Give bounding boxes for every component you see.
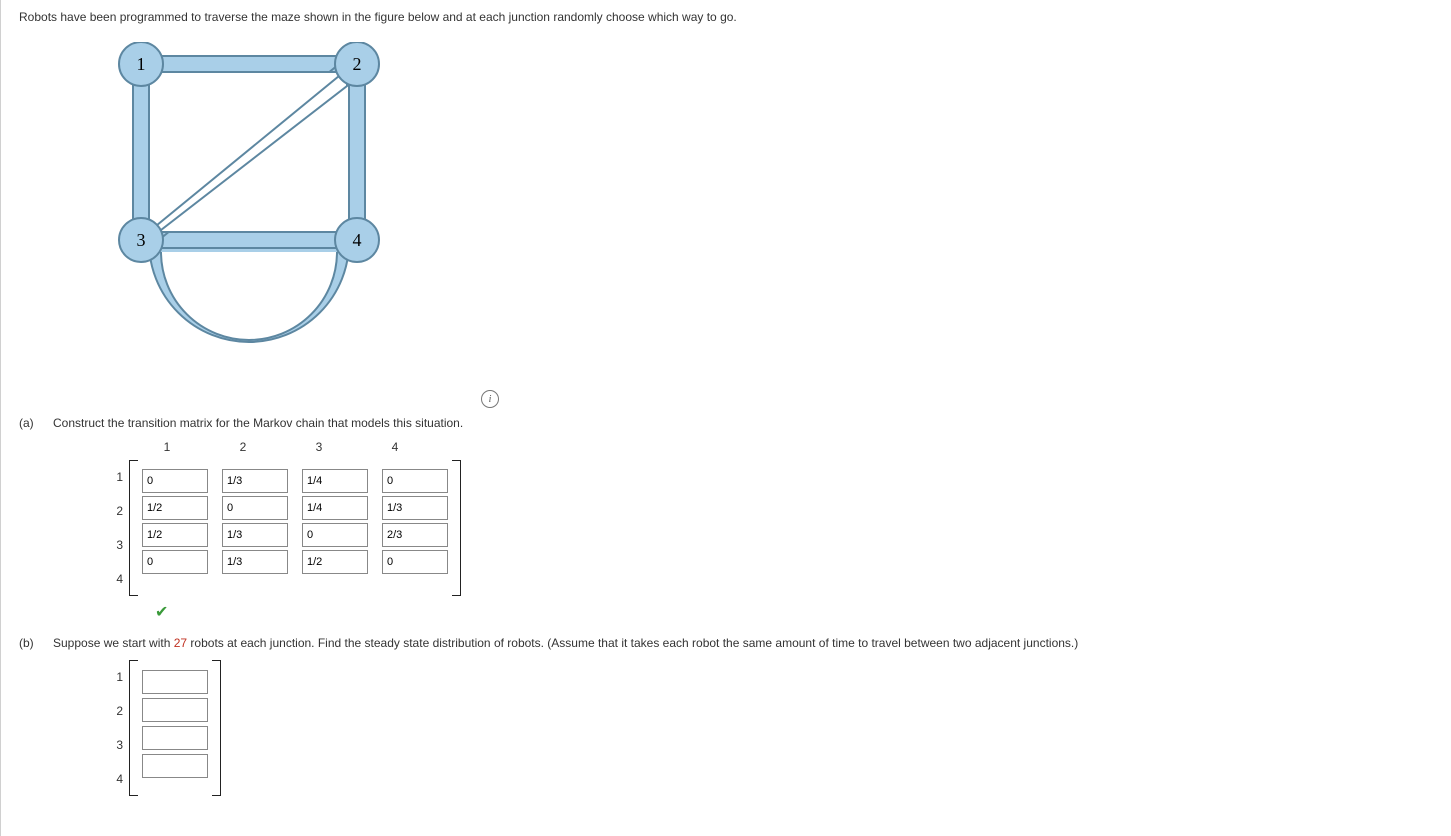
vector-row-headers: 1 2 3 4 (91, 660, 129, 796)
matrix-cell-4-4[interactable] (382, 550, 448, 574)
matrix-row (142, 550, 448, 574)
matrix-cell-1-3[interactable] (302, 469, 368, 493)
vector-cell-4[interactable] (142, 754, 208, 778)
matrix-col-headers: 1 2 3 4 (129, 440, 1433, 454)
matrix-cell-1-4[interactable] (382, 469, 448, 493)
part-a-instruction: Construct the transition matrix for the … (53, 416, 1433, 430)
matrix-cell-3-1[interactable] (142, 523, 208, 547)
matrix-cell-2-3[interactable] (302, 496, 368, 520)
maze-figure: 1 2 3 4 i (89, 42, 469, 402)
part-b: (b) Suppose we start with 27 robots at e… (19, 636, 1433, 796)
part-a-label: (a) (19, 416, 43, 622)
robot-count: 27 (174, 636, 187, 650)
svg-text:2: 2 (353, 54, 362, 74)
matrix-cell-1-1[interactable] (142, 469, 208, 493)
matrix-cell-2-2[interactable] (222, 496, 288, 520)
matrix-row-headers: 1 2 3 4 (91, 460, 129, 596)
part-b-label: (b) (19, 636, 43, 796)
matrix-row (142, 496, 448, 520)
matrix-cell-4-1[interactable] (142, 550, 208, 574)
vector-cell-2[interactable] (142, 698, 208, 722)
matrix-cell-2-4[interactable] (382, 496, 448, 520)
vector-cell-1[interactable] (142, 670, 208, 694)
matrix-cell-1-2[interactable] (222, 469, 288, 493)
part-b-instruction: Suppose we start with 27 robots at each … (53, 636, 1433, 650)
problem-intro: Robots have been programmed to traverse … (19, 10, 1433, 24)
maze-svg: 1 2 3 4 (89, 42, 389, 382)
matrix-cell-4-3[interactable] (302, 550, 368, 574)
steady-state-vector: 1 2 3 4 (91, 660, 1433, 796)
matrix-cell-3-4[interactable] (382, 523, 448, 547)
matrix-cell-3-2[interactable] (222, 523, 288, 547)
part-a: (a) Construct the transition matrix for … (19, 416, 1433, 622)
transition-matrix: 1 2 3 4 1 2 3 4 (91, 440, 1433, 622)
matrix-cell-3-3[interactable] (302, 523, 368, 547)
matrix-row (142, 523, 448, 547)
checkmark-icon: ✔ (155, 602, 1433, 622)
svg-text:1: 1 (137, 54, 146, 74)
matrix-cell-2-1[interactable] (142, 496, 208, 520)
svg-text:3: 3 (137, 230, 146, 250)
matrix-cell-4-2[interactable] (222, 550, 288, 574)
svg-text:4: 4 (353, 230, 362, 250)
info-icon[interactable]: i (481, 390, 499, 408)
matrix-row (142, 469, 448, 493)
vector-cell-3[interactable] (142, 726, 208, 750)
